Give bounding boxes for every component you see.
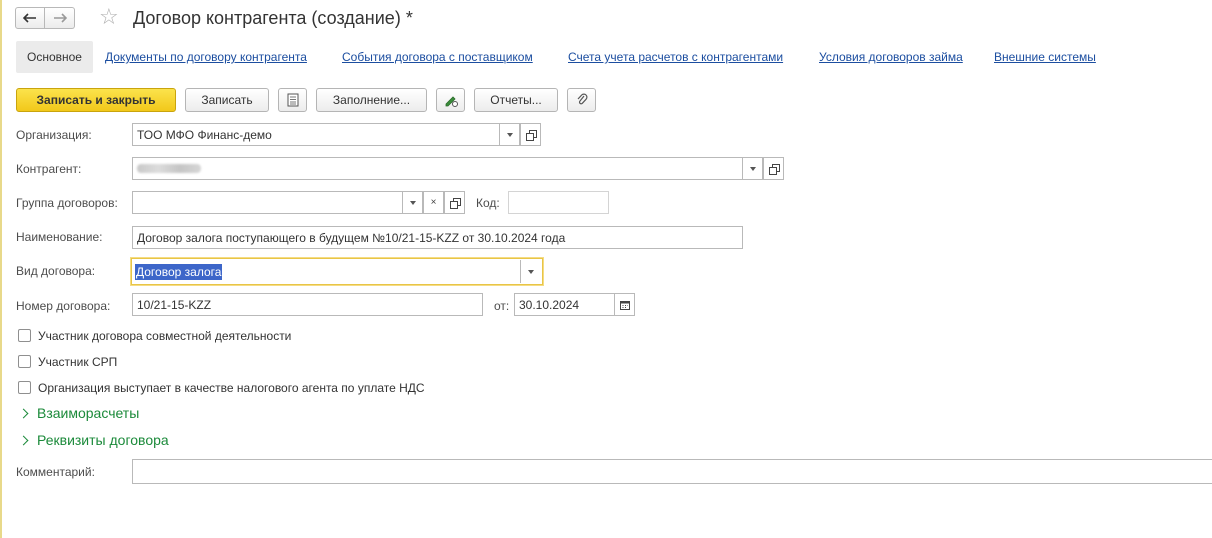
chevron-down-icon (506, 132, 513, 137)
comment-label: Комментарий: (16, 465, 95, 479)
open-icon (768, 163, 780, 175)
counterparty-label: Контрагент: (16, 162, 82, 176)
contract-group-dropdown-button[interactable] (402, 191, 423, 214)
name-label: Наименование: (16, 230, 103, 244)
contract-details-group-toggle[interactable]: Реквизиты договора (18, 432, 169, 448)
srp-participant-label[interactable]: Участник СРП (38, 355, 117, 369)
tab-settlement-accounts[interactable]: Счета учета расчетов с контрагентами (568, 50, 783, 64)
counterparty-open-button[interactable] (763, 157, 784, 180)
date-field[interactable]: 30.10.2024 (514, 293, 615, 316)
settlements-group-toggle[interactable]: Взаиморасчеты (18, 405, 139, 421)
contract-kind-field[interactable]: Договор залога (131, 258, 543, 285)
tab-main[interactable]: Основное (16, 41, 93, 73)
attachments-button[interactable] (567, 88, 596, 112)
tax-agent-checkbox[interactable] (18, 381, 31, 394)
tab-loan-terms[interactable]: Условия договоров займа (819, 50, 963, 64)
organization-field[interactable]: ТОО МФО Финанс-демо (132, 123, 500, 146)
settlements-group-title: Взаиморасчеты (37, 405, 140, 421)
contract-group-clear-button[interactable]: × (423, 191, 444, 214)
organization-label: Организация: (16, 128, 92, 142)
paperclip-icon (577, 93, 587, 105)
close-icon: × (430, 197, 437, 208)
edit-attachment-button[interactable] (436, 88, 465, 112)
document-list-button[interactable] (278, 88, 307, 112)
counterparty-dropdown-button[interactable] (742, 157, 763, 180)
joint-activity-checkbox[interactable] (18, 329, 31, 342)
date-label: от: (494, 299, 510, 313)
reports-button[interactable]: Отчеты... (474, 88, 558, 112)
code-field[interactable] (508, 191, 609, 214)
chevron-down-icon (409, 200, 416, 205)
calendar-icon (619, 300, 630, 310)
organization-dropdown-button[interactable] (499, 123, 520, 146)
arrow-right-icon (53, 13, 67, 23)
contract-kind-label: Вид договора: (16, 264, 96, 278)
chevron-down-icon (749, 166, 756, 171)
save-and-close-button[interactable]: Записать и закрыть (16, 88, 176, 112)
forward-button[interactable] (45, 7, 75, 29)
document-list-icon (287, 93, 298, 107)
tax-agent-label[interactable]: Организация выступает в качестве налогов… (38, 381, 425, 395)
joint-activity-label[interactable]: Участник договора совместной деятельност… (38, 329, 291, 343)
code-label: Код: (476, 196, 500, 210)
contract-group-label: Группа договоров: (16, 196, 118, 210)
tab-contract-documents[interactable]: Документы по договору контрагента (105, 50, 307, 64)
tab-external-systems[interactable]: Внешние системы (994, 50, 1096, 64)
fill-button[interactable]: Заполнение... (316, 88, 427, 112)
contract-kind-value: Договор залога (135, 263, 223, 280)
date-picker-button[interactable] (614, 293, 635, 316)
contract-details-group-title: Реквизиты договора (37, 432, 169, 448)
contract-number-label: Номер договора: (16, 299, 111, 313)
arrow-left-icon (23, 13, 36, 23)
contract-number-field[interactable]: 10/21-15-KZZ (132, 293, 483, 316)
chevron-right-icon (18, 408, 29, 418)
comment-field[interactable] (132, 459, 1212, 484)
srp-participant-checkbox[interactable] (18, 355, 31, 368)
counterparty-field[interactable] (132, 157, 743, 180)
open-icon (525, 129, 537, 141)
back-button[interactable] (15, 7, 45, 29)
edit-attachment-icon (445, 96, 458, 107)
chevron-down-icon (528, 269, 534, 274)
chevron-right-icon (18, 435, 29, 445)
save-button[interactable]: Записать (185, 88, 269, 112)
tab-supplier-events[interactable]: События договора с поставщиком (342, 50, 533, 64)
contract-group-field[interactable] (132, 191, 403, 214)
name-field[interactable]: Договор залога поступающего в будущем №1… (132, 226, 743, 249)
redacted-value (137, 164, 201, 173)
open-icon (449, 197, 461, 209)
contract-group-open-button[interactable] (444, 191, 465, 214)
page-title: Договор контрагента (создание) * (133, 8, 413, 28)
contract-kind-dropdown-button[interactable] (520, 260, 541, 283)
organization-open-button[interactable] (520, 123, 541, 146)
star-icon[interactable]: ☆ (99, 4, 119, 30)
